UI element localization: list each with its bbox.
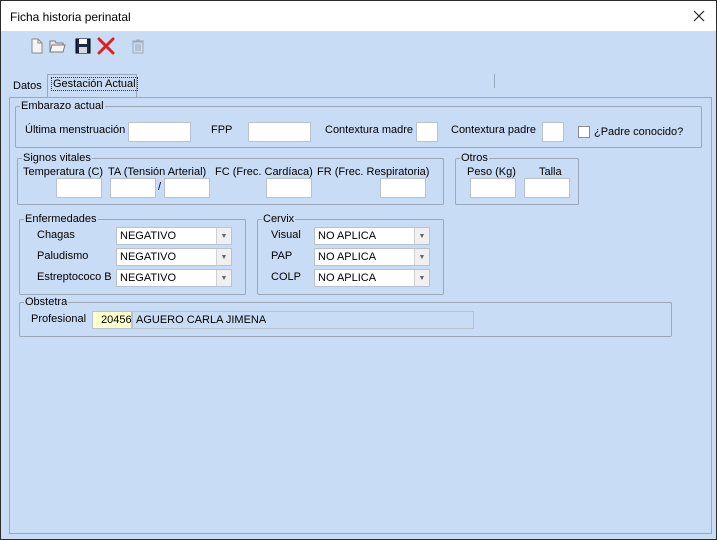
visual-value: NO APLICA [318, 230, 377, 242]
padre-conocido-checkbox[interactable] [578, 126, 590, 138]
trash-icon [132, 39, 144, 54]
enfermedades-legend: Enfermedades [25, 213, 97, 225]
tab-gestacion-label: Gestación Actual [51, 77, 138, 91]
signos-vitales-legend: Signos vitales [23, 152, 91, 164]
estreptococo-value: NEGATIVO [120, 272, 177, 284]
chevron-down-icon[interactable]: ▼ [216, 228, 231, 244]
paludismo-label: Paludismo [37, 250, 89, 262]
chevron-down-icon[interactable]: ▼ [414, 270, 429, 286]
tab-datos[interactable]: Datos [10, 77, 46, 97]
estreptococo-label: Estreptococo B [37, 271, 112, 283]
open-folder-icon [49, 40, 66, 53]
visual-label: Visual [271, 229, 301, 241]
fpp-input[interactable] [248, 122, 311, 142]
profesional-code-input[interactable]: 20456 [92, 311, 132, 329]
save-button[interactable] [74, 37, 92, 55]
tab-divider [494, 74, 495, 88]
peso-label: Peso (Kg) [467, 166, 516, 178]
profesional-label: Profesional [31, 313, 87, 325]
ta-sistolica-input[interactable] [110, 178, 156, 198]
chevron-down-icon[interactable]: ▼ [216, 270, 231, 286]
ultima-menstruacion-input[interactable] [128, 122, 191, 142]
title-bar: Ficha historia perinatal [1, 1, 716, 31]
colp-label: COLP [271, 271, 301, 283]
otros-legend: Otros [461, 152, 488, 164]
close-button[interactable] [682, 1, 716, 31]
toolbar [1, 32, 716, 60]
fc-label: FC (Frec. Cardíaca) [215, 166, 313, 178]
fc-input[interactable] [266, 178, 312, 198]
cervix-legend: Cervix [263, 213, 295, 225]
embarazo-legend: Embarazo actual [21, 100, 104, 112]
new-document-icon [31, 38, 43, 54]
fr-input[interactable] [380, 178, 426, 198]
window-title: Ficha historia perinatal [10, 10, 131, 24]
close-icon [693, 10, 705, 22]
contextura-padre-label: Contextura padre [451, 124, 536, 136]
contextura-padre-input[interactable] [542, 122, 564, 142]
peso-input[interactable] [470, 178, 516, 198]
obstetra-legend: Obstetra [25, 296, 68, 308]
chevron-down-icon[interactable]: ▼ [414, 228, 429, 244]
delete-icon [97, 37, 115, 55]
contextura-madre-input[interactable] [416, 122, 438, 142]
cancel-button[interactable] [97, 37, 115, 55]
fr-label: FR (Frec. Respiratoria) [317, 166, 430, 178]
pap-value: NO APLICA [318, 251, 377, 263]
ultima-menstruacion-label: Última menstruación [25, 124, 126, 136]
paludismo-value: NEGATIVO [120, 251, 177, 263]
chagas-select[interactable]: NEGATIVO ▼ [116, 227, 232, 245]
ta-separator: / [158, 181, 162, 193]
chevron-down-icon[interactable]: ▼ [216, 249, 231, 265]
talla-label: Talla [539, 166, 562, 178]
temperatura-label: Temperatura (C) [23, 166, 104, 178]
open-button[interactable] [48, 37, 66, 55]
chevron-down-icon[interactable]: ▼ [414, 249, 429, 265]
pap-label: PAP [271, 250, 293, 262]
paludismo-select[interactable]: NEGATIVO ▼ [116, 248, 232, 266]
new-button[interactable] [28, 37, 46, 55]
chagas-label: Chagas [37, 229, 75, 241]
temperatura-input[interactable] [56, 178, 102, 198]
ta-label: TA (Tensión Arterial) [108, 166, 207, 178]
colp-value: NO APLICA [318, 272, 377, 284]
contextura-madre-label: Contextura madre [325, 124, 414, 136]
talla-input[interactable] [524, 178, 570, 198]
padre-conocido-label: ¿Padre conocido? [594, 126, 684, 138]
ta-diastolica-input[interactable] [164, 178, 210, 198]
fpp-label: FPP [211, 124, 233, 136]
estreptococo-select[interactable]: NEGATIVO ▼ [116, 269, 232, 287]
save-icon [75, 38, 91, 54]
colp-select[interactable]: NO APLICA ▼ [314, 269, 430, 287]
trash-button[interactable] [129, 37, 147, 55]
chagas-value: NEGATIVO [120, 230, 177, 242]
pap-select[interactable]: NO APLICA ▼ [314, 248, 430, 266]
tab-gestacion-actual[interactable]: Gestación Actual [47, 74, 138, 98]
profesional-name-field: AGUERO CARLA JIMENA [132, 311, 474, 329]
app-window: Ficha historia perinatal Datos Gestación… [0, 0, 717, 540]
visual-select[interactable]: NO APLICA ▼ [314, 227, 430, 245]
